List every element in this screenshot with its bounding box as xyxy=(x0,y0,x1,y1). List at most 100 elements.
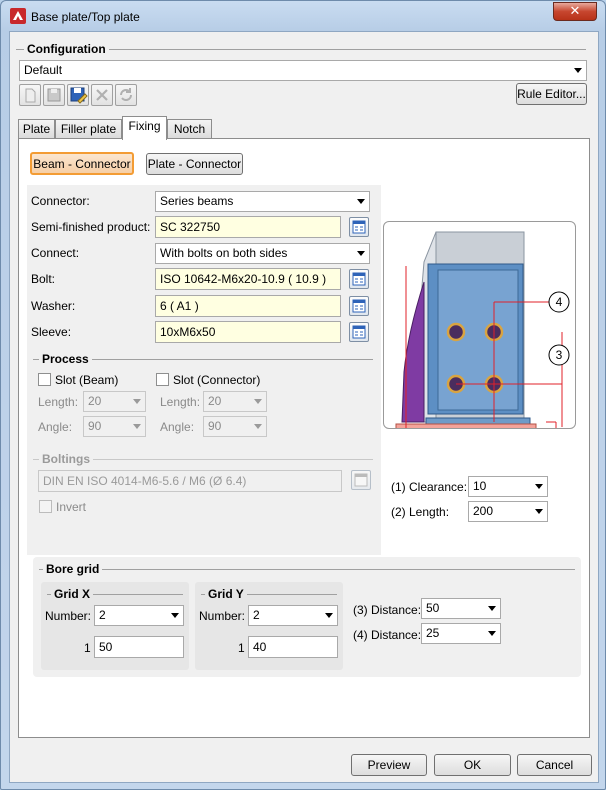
conn-length-select[interactable]: 20 xyxy=(203,391,267,412)
beam-connector-button[interactable]: Beam - Connector xyxy=(30,152,134,175)
chevron-down-icon xyxy=(357,251,365,256)
chevron-down-icon xyxy=(357,199,365,204)
refresh-config-button[interactable] xyxy=(115,84,137,106)
save-icon xyxy=(47,88,61,102)
slot-beam-checkbox[interactable] xyxy=(38,373,51,386)
conn-angle-select[interactable]: 90 xyxy=(203,416,267,437)
save-as-config-button[interactable] xyxy=(67,84,89,106)
distance4-value: 25 xyxy=(426,626,440,640)
callout-3: 3 xyxy=(556,348,563,362)
chevron-down-icon xyxy=(171,613,179,618)
catalog-icon xyxy=(354,473,368,487)
dialog-window: Base plate/Top plate ✕ Configuration Def… xyxy=(0,0,606,790)
semifinished-label: Semi-finished product: xyxy=(31,220,151,234)
fixing-panel: Beam - Connector Plate - Connector Conne… xyxy=(18,138,590,738)
washer-catalog-button[interactable] xyxy=(349,296,369,316)
chevron-down-icon xyxy=(488,631,496,636)
grid-y-number-label: Number: xyxy=(199,609,246,623)
washer-field[interactable]: 6 ( A1 ) xyxy=(155,295,341,317)
beam-length-select[interactable]: 20 xyxy=(83,391,146,412)
tab-notch[interactable]: Notch xyxy=(167,119,212,139)
grid-y-title: Grid Y xyxy=(205,587,247,601)
length-select[interactable]: 200 xyxy=(468,501,548,522)
ok-button[interactable]: OK xyxy=(434,754,511,776)
refresh-icon xyxy=(120,88,132,101)
grid-x-number-select[interactable]: 2 xyxy=(94,605,184,626)
configuration-title: Configuration xyxy=(24,42,109,56)
save-as-icon xyxy=(70,87,88,104)
grid-x-number-value: 2 xyxy=(99,608,106,622)
connector-label: Connector: xyxy=(31,194,90,208)
beam-length-value: 20 xyxy=(88,394,102,408)
delete-config-button[interactable] xyxy=(91,84,113,106)
boltings-catalog-button[interactable] xyxy=(351,470,371,490)
invert-checkbox[interactable] xyxy=(39,500,52,513)
catalog-icon xyxy=(352,220,366,234)
preview-drawing: 4 3 2 1 xyxy=(395,231,570,475)
boltings-field[interactable]: DIN EN ISO 4014-M6-5.6 / M6 (Ø 6.4) xyxy=(38,470,342,492)
sleeve-label: Sleeve: xyxy=(31,325,72,339)
grid-x-row-label: 1 xyxy=(84,641,91,655)
chevron-down-icon xyxy=(535,509,543,514)
distance3-value: 50 xyxy=(426,601,440,615)
bolt-field[interactable]: ISO 10642-M6x20-10.9 ( 10.9 ) xyxy=(155,268,341,290)
cancel-button[interactable]: Cancel xyxy=(517,754,592,776)
sleeve-field[interactable]: 10xM6x50 xyxy=(155,321,341,343)
grid-y-number-select[interactable]: 2 xyxy=(248,605,338,626)
tab-filler-plate[interactable]: Filler plate xyxy=(55,119,122,139)
distance3-label: (3) Distance: xyxy=(353,603,422,617)
grid-y-row-field[interactable]: 40 xyxy=(248,636,338,658)
connect-label: Connect: xyxy=(31,246,80,260)
title-bar[interactable]: Base plate/Top plate ✕ xyxy=(1,1,605,31)
grid-x-row-field[interactable]: 50 xyxy=(94,636,184,658)
slot-connector-checkbox[interactable] xyxy=(156,373,169,386)
rule-editor-button[interactable]: Rule Editor... xyxy=(516,83,587,105)
new-config-button[interactable] xyxy=(19,84,41,106)
invert-label: Invert xyxy=(56,500,87,514)
conn-length-label: Length: xyxy=(160,395,201,409)
new-document-icon xyxy=(25,88,36,103)
process-title: Process xyxy=(39,352,92,366)
bolt-catalog-button[interactable] xyxy=(349,269,369,289)
configuration-select[interactable]: Default xyxy=(19,60,587,81)
sleeve-catalog-button[interactable] xyxy=(349,322,369,342)
chevron-down-icon xyxy=(254,399,262,404)
semifinished-catalog-button[interactable] xyxy=(349,217,369,237)
grid-y-number-value: 2 xyxy=(253,608,260,622)
connector-value: Series beams xyxy=(160,194,234,208)
close-button[interactable]: ✕ xyxy=(553,2,597,21)
bolt-label: Bolt: xyxy=(31,272,56,286)
tab-plate[interactable]: Plate xyxy=(18,119,55,139)
beam-angle-value: 90 xyxy=(88,419,102,433)
boltings-title: Boltings xyxy=(39,452,93,466)
delete-icon xyxy=(96,89,108,101)
preview-button[interactable]: Preview xyxy=(351,754,427,776)
beam-angle-select[interactable]: 90 xyxy=(83,416,146,437)
plate-connector-button[interactable]: Plate - Connector xyxy=(146,153,243,175)
window-title: Base plate/Top plate xyxy=(31,10,140,24)
chevron-down-icon xyxy=(574,68,582,73)
dialog-client: Configuration Default Rule Editor... Pla… xyxy=(9,31,599,783)
grid-x-number-label: Number: xyxy=(45,609,92,623)
connection-preview: 4 3 2 1 xyxy=(383,221,576,475)
catalog-icon xyxy=(352,299,366,313)
beam-angle-label: Angle: xyxy=(38,420,73,434)
clearance-label: (1) Clearance: xyxy=(391,480,468,494)
slot-beam-label: Slot (Beam) xyxy=(55,373,119,387)
connector-select[interactable]: Series beams xyxy=(155,191,370,212)
distance3-select[interactable]: 50 xyxy=(421,598,501,619)
semifinished-field[interactable]: SC 322750 xyxy=(155,216,341,238)
clearance-value: 10 xyxy=(473,479,487,493)
chevron-down-icon xyxy=(133,399,141,404)
distance4-select[interactable]: 25 xyxy=(421,623,501,644)
clearance-select[interactable]: 10 xyxy=(468,476,548,497)
connect-value: With bolts on both sides xyxy=(160,246,288,260)
beam-length-label: Length: xyxy=(38,395,79,409)
catalog-icon xyxy=(352,272,366,286)
conn-angle-value: 90 xyxy=(208,419,222,433)
tab-fixing[interactable]: Fixing xyxy=(122,116,167,140)
save-config-button[interactable] xyxy=(43,84,65,106)
chevron-down-icon xyxy=(133,424,141,429)
distance4-label: (4) Distance: xyxy=(353,628,422,642)
connect-select[interactable]: With bolts on both sides xyxy=(155,243,370,264)
